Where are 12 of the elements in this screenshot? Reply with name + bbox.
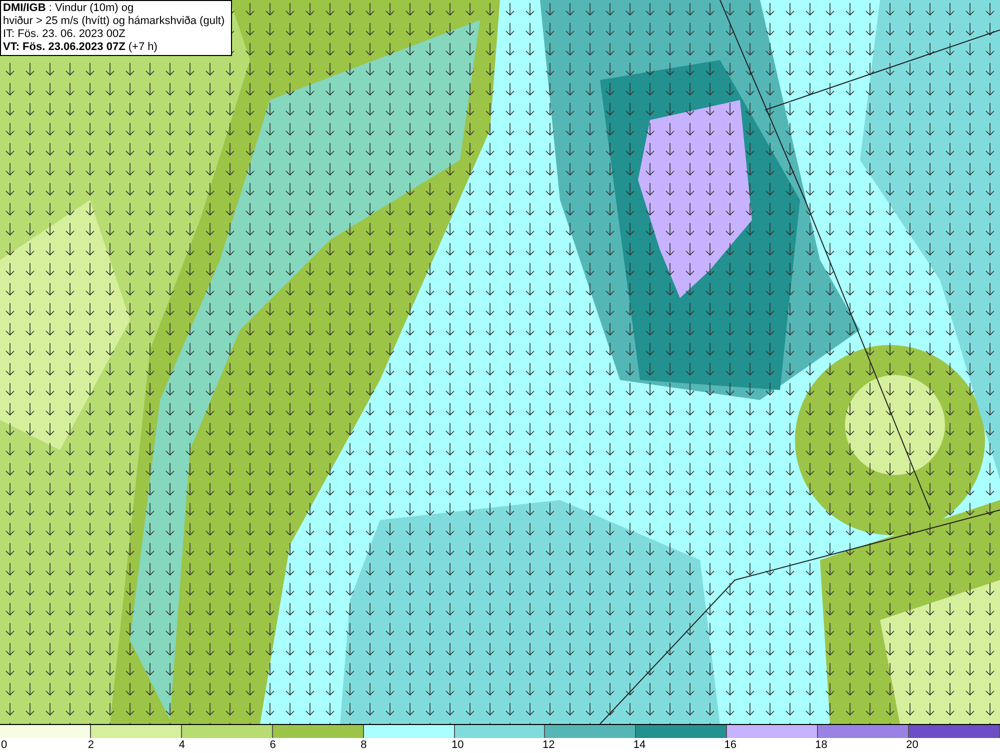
legend-label: 8: [360, 738, 367, 752]
legend-label: 10: [452, 738, 464, 752]
legend-label: 20: [906, 738, 918, 752]
legend-label: 12: [542, 738, 555, 752]
legend-label: 2: [88, 738, 94, 752]
legend-label: 4: [178, 738, 185, 752]
legend-label: 14: [633, 738, 646, 752]
legend-label: 16: [724, 738, 737, 752]
legend-label: 6: [270, 738, 276, 752]
legend-label: 0: [1, 738, 8, 752]
chart-caption: DMI/IGB : Vindur (10m) og hviður > 25 m/s (hvítt) og hámarkshviða (gult) IT: Fös. 23. 06. 2023 00Z VT: Fös. 23.06.2023 07Z (+7 h): [0, 0, 232, 56]
legend-label: 18: [815, 738, 828, 752]
